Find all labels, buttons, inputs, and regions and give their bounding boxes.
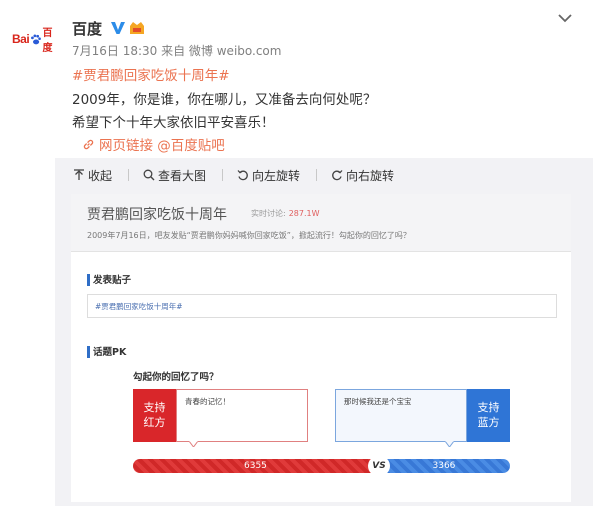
baidu-paw-logo-icon (31, 34, 42, 44)
blue-bubble-tail (445, 441, 454, 447)
blue-vote-count: 3366 (432, 461, 456, 471)
verified-v-icon (111, 22, 126, 34)
rotate-left-icon (237, 170, 248, 181)
red-side-text: 青春的记忆！ (185, 397, 230, 406)
topic-title: 贾君鹏回家吃饭十周年 (87, 207, 227, 223)
topic-header: 贾君鹏回家吃饭十周年 实时讨论: 287.1W 2009年7月16日，吧友发贴“贾… (71, 194, 571, 252)
search-icon (143, 169, 155, 181)
post-hashtag[interactable]: #贾君鹏回家吃饭十周年# (72, 64, 230, 84)
avatar-logo-text-cn: 百度 (42, 28, 53, 54)
image-toolbar: 收起 查看大图 向左旋转 向右旋转 (73, 166, 410, 184)
section-marker (87, 346, 90, 358)
weibo-post: Bai 百度 百度 7月16日 18:30 来自 微博 weibo.com #贾… (0, 0, 593, 160)
blue-vote-fill: 3366 (379, 459, 510, 473)
rotate-right-button[interactable]: 向右旋转 (331, 167, 394, 184)
post-meta[interactable]: 7月16日 18:30 来自 微博 weibo.com (72, 42, 281, 59)
post-link[interactable]: 网页链接 @百度贴吧 (82, 134, 225, 154)
toolbar-divider (128, 169, 130, 181)
pk-question: 勾起你的回忆了吗？ (133, 372, 219, 383)
post-text-line-2: 希望下个十年大家依旧平安喜乐！ (72, 115, 275, 131)
rotate-left-label: 向左旋转 (252, 168, 301, 183)
post-input-tag: #贾君鹏回家吃饭十周年# (95, 302, 183, 311)
red-bubble-tail (189, 441, 198, 447)
red-side-opinion: 青春的记忆！ (176, 389, 308, 442)
red-vote-fill: 6355 (133, 459, 379, 473)
pk-vote-bar: 6355 3366 VS (133, 456, 510, 476)
view-large-label: 查看大图 (158, 168, 207, 183)
blue-side-text: 那时候我还是个宝宝 (344, 397, 412, 406)
blue-side-opinion: 那时候我还是个宝宝 (335, 389, 467, 442)
support-red-label-2: 红方 (143, 416, 166, 429)
collapse-button[interactable]: 收起 (73, 167, 112, 184)
topic-stat-label: 实时讨论: (251, 209, 286, 218)
image-viewer-panel: 收起 查看大图 向左旋转 向右旋转 贾君鹏回家吃饭十周年 实时讨论: 287.1… (55, 158, 593, 506)
post-input-box: #贾君鹏回家吃饭十周年# (87, 294, 557, 318)
vip-badge-icon[interactable] (128, 20, 146, 36)
avatar-logo-text: Bai (12, 32, 30, 46)
support-blue-label-1: 支持 (477, 401, 500, 414)
rotate-right-icon (332, 170, 343, 181)
section-pk-heading: 话题PK (93, 347, 127, 358)
collapse-arrow-icon (74, 169, 84, 180)
support-red-label-1: 支持 (143, 401, 166, 414)
view-large-button[interactable]: 查看大图 (143, 167, 206, 184)
rotate-right-label: 向右旋转 (346, 168, 395, 183)
toolbar-divider (222, 169, 224, 181)
post-image[interactable]: 贾君鹏回家吃饭十周年 实时讨论: 287.1W 2009年7月16日，吧友发贴“贾… (71, 194, 571, 502)
post-link-text[interactable]: 网页链接 @百度贴吧 (99, 134, 225, 154)
section-post-heading: 发表贴子 (93, 275, 132, 286)
collapse-label: 收起 (88, 168, 113, 183)
support-blue-label-2: 蓝方 (477, 416, 500, 429)
topic-description: 2009年7月16日，吧友发贴“贾君鹏你妈妈喊你回家吃饭”，掀起流行！勾起你的回… (87, 231, 411, 240)
section-marker (87, 274, 90, 286)
avatar[interactable]: Bai 百度 (12, 24, 60, 54)
vs-badge: VS (368, 456, 390, 476)
support-blue-button: 支持 蓝方 (467, 389, 510, 442)
support-red-button: 支持 红方 (133, 389, 176, 442)
post-text-line-1: 2009年，你是谁，你在哪儿，又准备去向何处呢？ (72, 92, 377, 108)
topic-stat-value: 287.1W (288, 209, 320, 218)
post-author-row: 百度 (72, 17, 146, 39)
link-icon (83, 139, 94, 149)
chevron-down-icon[interactable] (557, 12, 573, 24)
topic-discussion-stat: 实时讨论: 287.1W (251, 208, 320, 219)
rotate-left-button[interactable]: 向左旋转 (237, 167, 300, 184)
red-vote-count: 6355 (244, 461, 267, 471)
username[interactable]: 百度 (72, 18, 102, 39)
toolbar-divider (316, 169, 318, 181)
